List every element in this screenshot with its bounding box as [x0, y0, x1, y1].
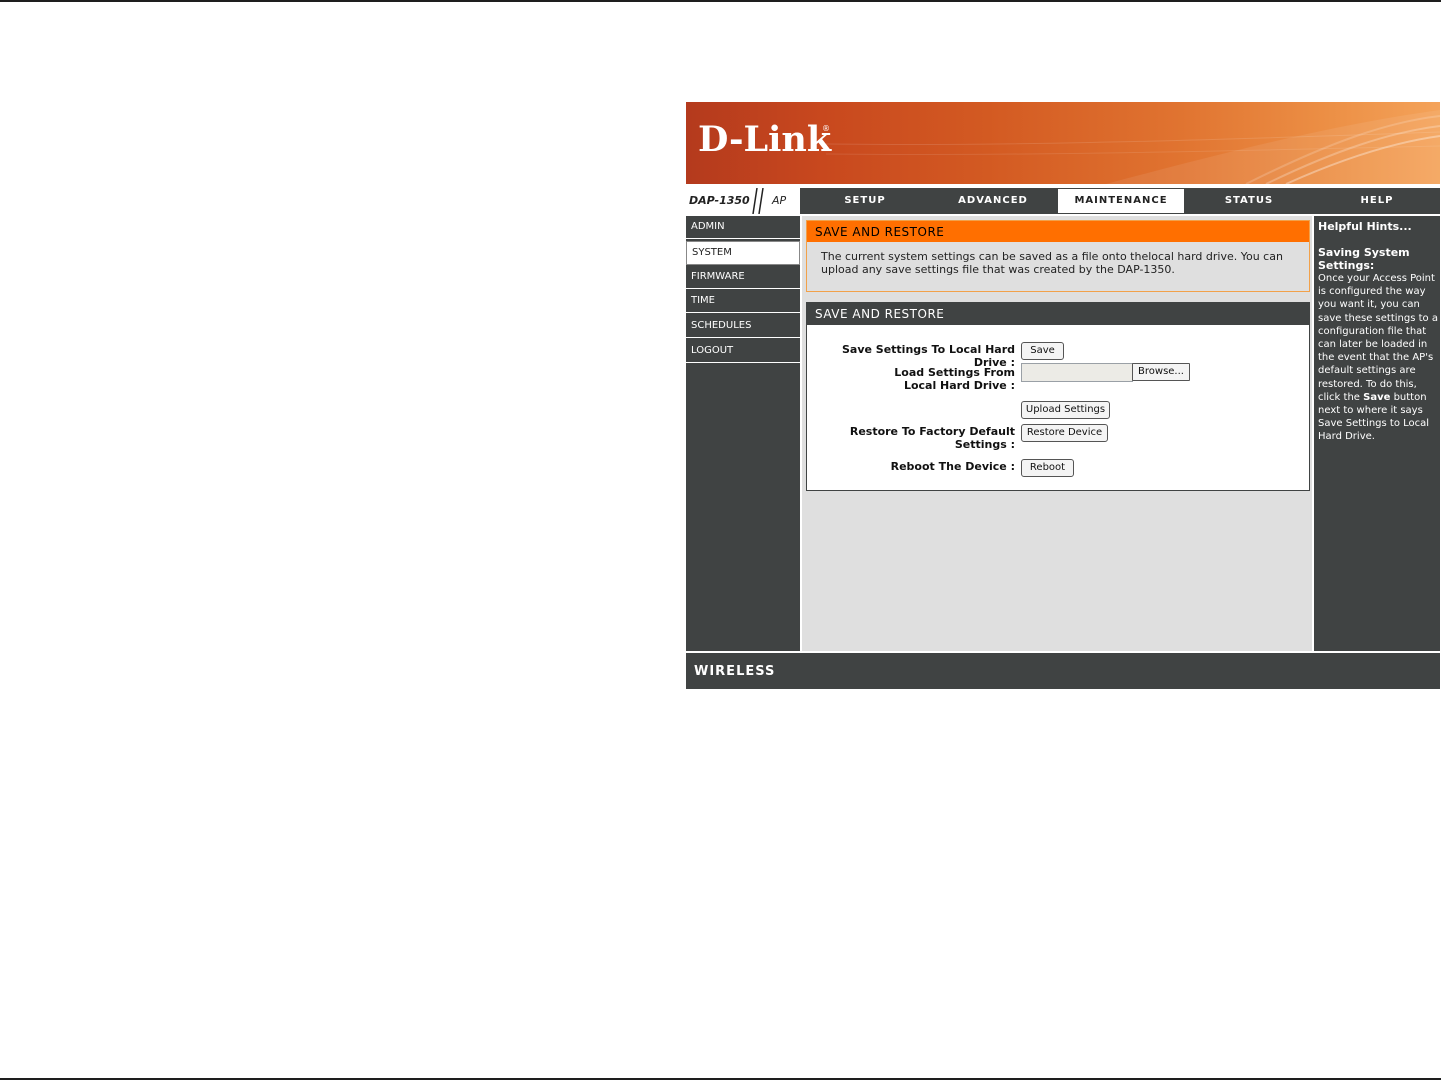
sidebar-item-label: LOGOUT — [691, 345, 734, 356]
header-banner: D-Link ® — [686, 102, 1440, 184]
panel-title: SAVE AND RESTORE — [807, 303, 1309, 325]
reboot-button[interactable]: Reboot — [1021, 459, 1074, 477]
model-divider-icon — [752, 188, 764, 214]
tab-maintenance[interactable]: MAINTENANCE — [1057, 188, 1185, 214]
model-badge: DAP-1350 AP — [686, 188, 800, 214]
tab-advanced[interactable]: ADVANCED — [930, 189, 1056, 213]
help-panel: Helpful Hints... Saving System Settings:… — [1314, 216, 1440, 651]
sidebar-item-system[interactable]: SYSTEM — [686, 241, 800, 265]
tab-status[interactable]: STATUS — [1186, 189, 1312, 213]
help-subtitle: Saving System Settings: — [1318, 246, 1410, 272]
intro-box: SAVE AND RESTORE The current system sett… — [806, 220, 1310, 292]
model-mode: AP — [772, 194, 787, 207]
sidebar-item-label: SYSTEM — [692, 247, 732, 258]
restore-factory-label: Restore To Factory Default Settings : — [849, 425, 1015, 451]
sidebar: ADMIN SYSTEM FIRMWARE TIME SCHEDULES LOG… — [686, 216, 800, 651]
save-button[interactable]: Save — [1021, 342, 1064, 360]
intro-text: The current system settings can be saved… — [821, 250, 1283, 276]
help-body-bold: Save — [1363, 391, 1391, 403]
top-nav: DAP-1350 AP SETUP ADVANCED MAINTENANCE S… — [686, 188, 1440, 214]
sidebar-item-time[interactable]: TIME — [686, 290, 800, 313]
footer-wireless-label: WIRELESS — [694, 664, 776, 679]
save-restore-panel: SAVE AND RESTORE Save Settings To Local … — [806, 302, 1310, 491]
sidebar-item-firmware[interactable]: FIRMWARE — [686, 266, 800, 289]
model-name: DAP-1350 — [689, 194, 750, 207]
help-title: Helpful Hints... — [1318, 220, 1412, 233]
sidebar-item-label: ADMIN — [691, 221, 725, 232]
intro-title: SAVE AND RESTORE — [807, 221, 1309, 242]
sidebar-item-label: FIRMWARE — [691, 271, 745, 282]
tab-help[interactable]: HELP — [1314, 189, 1440, 213]
sidebar-item-admin[interactable]: ADMIN — [686, 216, 800, 239]
top-rule — [0, 0, 1441, 2]
sidebar-item-label: TIME — [691, 295, 716, 306]
sidebar-item-schedules[interactable]: SCHEDULES — [686, 315, 800, 338]
upload-settings-button[interactable]: Upload Settings — [1021, 401, 1110, 419]
load-settings-label: Load Settings From Local Hard Drive : — [894, 366, 1015, 392]
footer-bar: WIRELESS — [686, 653, 1440, 689]
dlink-logo: D-Link — [698, 119, 832, 160]
sidebar-item-logout[interactable]: LOGOUT — [686, 340, 800, 363]
restore-device-button[interactable]: Restore Device — [1021, 424, 1108, 442]
browse-button[interactable]: Browse... — [1132, 363, 1190, 381]
bottom-rule — [0, 1078, 1441, 1080]
help-body-text: Once your Access Point is configured the… — [1318, 273, 1438, 403]
tab-setup[interactable]: SETUP — [802, 189, 928, 213]
reboot-label: Reboot The Device : — [890, 460, 1015, 473]
file-path-input[interactable] — [1021, 363, 1133, 382]
help-body: Once your Access Point is configured the… — [1318, 272, 1440, 444]
registered-mark: ® — [822, 124, 830, 133]
sidebar-item-label: SCHEDULES — [691, 320, 752, 331]
router-admin-ui: D-Link ® DAP-1350 AP SETUP ADVANCED MAIN… — [686, 102, 1440, 689]
main-content: SAVE AND RESTORE The current system sett… — [802, 216, 1312, 651]
